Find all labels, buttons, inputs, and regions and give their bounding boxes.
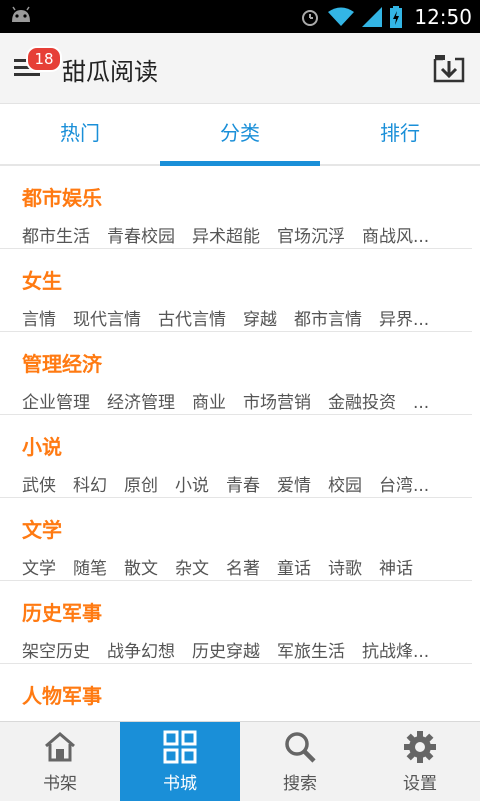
category-item[interactable]: 历史军事 架空历史 战争幻想 历史穿越 军旅生活 抗战烽... <box>0 581 472 664</box>
category-item[interactable]: 女生 言情 现代言情 古代言情 穿越 都市言情 异界... <box>0 249 472 332</box>
category-tags: 架空历史 战争幻想 历史穿越 军旅生活 抗战烽... <box>22 642 430 661</box>
download-icon[interactable] <box>432 51 466 85</box>
status-bar: 12:50 <box>0 0 480 33</box>
category-tags: 文学 随笔 散文 杂文 名著 童话 诗歌 神话 <box>22 559 413 578</box>
category-tags: 企业管理 经济管理 商业 市场营销 金融投资 ... <box>22 393 430 412</box>
category-item[interactable]: 文学 文学 随笔 散文 杂文 名著 童话 诗歌 神话 <box>0 498 472 581</box>
android-icon <box>12 6 30 22</box>
alarm-icon <box>302 9 319 26</box>
category-title: 人物军事 <box>22 684 102 708</box>
nav-settings[interactable]: 设置 <box>360 722 480 801</box>
category-title: 管理经济 <box>22 352 102 376</box>
nav-label: 搜索 <box>283 774 317 794</box>
notification-badge: 18 <box>26 46 62 72</box>
category-item[interactable]: 人物军事 <box>0 664 472 721</box>
category-list: 都市娱乐 都市生活 青春校园 异术超能 官场沉浮 商战风... 女生 言情 现代… <box>0 166 480 721</box>
nav-label: 设置 <box>403 774 437 794</box>
category-title: 女生 <box>22 269 62 293</box>
category-title: 都市娱乐 <box>22 186 102 210</box>
tab-bar: 热门 分类 排行 <box>0 104 480 166</box>
nav-label: 书架 <box>43 774 77 794</box>
category-title: 小说 <box>22 435 62 459</box>
category-title: 文学 <box>22 518 62 542</box>
app-title: 甜瓜阅读 <box>62 58 158 86</box>
nav-bookshelf[interactable]: 书架 <box>0 722 120 801</box>
tab-category[interactable]: 分类 <box>160 104 320 166</box>
bottom-nav: 书架 书城 搜索 设置 <box>0 721 480 801</box>
category-tags: 武侠 科幻 原创 小说 青春 爱情 校园 台湾... <box>22 476 430 495</box>
nav-label: 书城 <box>163 774 197 794</box>
title-bar: 18 甜瓜阅读 <box>0 33 480 104</box>
gear-icon <box>404 731 436 763</box>
battery-icon <box>390 5 403 28</box>
nav-bookstore[interactable]: 书城 <box>120 722 240 801</box>
search-icon <box>285 732 316 763</box>
nav-search[interactable]: 搜索 <box>240 722 360 801</box>
category-tags: 都市生活 青春校园 异术超能 官场沉浮 商战风... <box>22 227 430 246</box>
category-tags: 言情 现代言情 古代言情 穿越 都市言情 异界... <box>22 310 430 329</box>
wifi-icon <box>328 7 355 26</box>
signal-icon <box>362 6 383 27</box>
category-item[interactable]: 都市娱乐 都市生活 青春校园 异术超能 官场沉浮 商战风... <box>0 166 472 249</box>
category-item[interactable]: 管理经济 企业管理 经济管理 商业 市场营销 金融投资 ... <box>0 332 472 415</box>
tab-ranking[interactable]: 排行 <box>320 104 480 164</box>
tab-hot[interactable]: 热门 <box>0 104 160 164</box>
status-time: 12:50 <box>414 4 472 29</box>
grid-icon <box>163 730 197 764</box>
category-item[interactable]: 小说 武侠 科幻 原创 小说 青春 爱情 校园 台湾... <box>0 415 472 498</box>
home-icon <box>45 732 75 762</box>
category-title: 历史军事 <box>22 601 102 625</box>
